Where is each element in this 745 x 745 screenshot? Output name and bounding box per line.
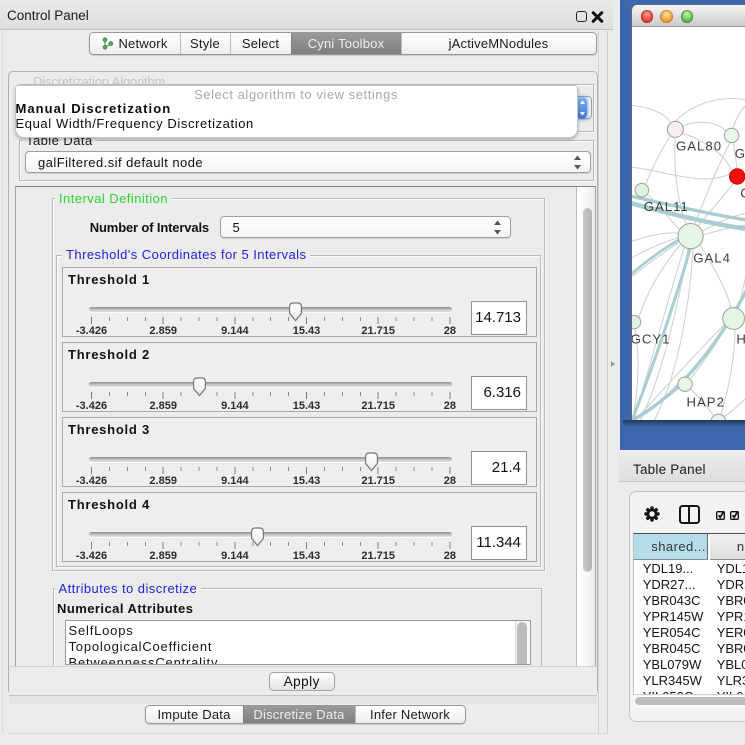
- svg-text:GAL4: GAL4: [693, 251, 731, 266]
- svg-text:HAP2: HAP2: [686, 395, 724, 410]
- svg-text:C: C: [740, 186, 745, 201]
- svg-text:GAL11: GAL11: [643, 199, 688, 214]
- svg-text:H: H: [736, 332, 745, 347]
- svg-text:G.: G.: [734, 146, 745, 161]
- svg-text:GAL80: GAL80: [676, 139, 722, 154]
- svg-text:GCY1: GCY1: [632, 332, 671, 347]
